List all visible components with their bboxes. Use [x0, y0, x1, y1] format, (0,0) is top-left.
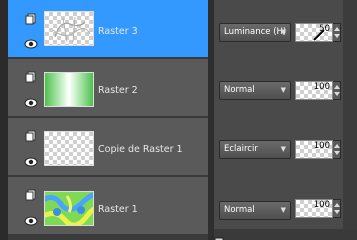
- opacity-field[interactable]: 100: [295, 140, 333, 159]
- blend-mode-dropdown[interactable]: Luminance (H) ▼: [219, 23, 291, 42]
- bottom-toolbar: [214, 229, 357, 240]
- blend-mode-value: Normal: [224, 205, 255, 215]
- chevron-down-icon: ▼: [280, 145, 286, 153]
- layer-page-icon[interactable]: [25, 130, 37, 142]
- layer-page-icon[interactable]: [214, 230, 224, 240]
- eye-icon[interactable]: [24, 98, 38, 108]
- layer-name-raster-1: Raster 1: [98, 204, 138, 215]
- eye-icon[interactable]: [24, 216, 38, 226]
- blend-mode-dropdown[interactable]: Eclaircir ▼: [219, 140, 291, 159]
- blend-mode-dropdown[interactable]: Normal ▼: [219, 201, 291, 220]
- layer-page-icon[interactable]: [25, 71, 37, 83]
- opacity-value: 100: [313, 141, 330, 151]
- opacity-spinner[interactable]: [333, 140, 341, 159]
- chevron-down-icon: ▼: [280, 86, 286, 94]
- layer-thumbnail-copie-de-raster-1: [44, 131, 94, 166]
- eye-icon[interactable]: [24, 39, 38, 49]
- opacity-field[interactable]: 50: [295, 23, 333, 42]
- layer-page-icon[interactable]: [25, 189, 37, 201]
- layer-name-copie-de-raster-1: Copie de Raster 1: [98, 144, 183, 155]
- blend-mode-value: Eclaircir: [224, 144, 258, 154]
- layer-thumbnail-raster-3: [44, 11, 94, 46]
- opacity-field[interactable]: 100: [295, 81, 333, 100]
- chevron-down-icon: ▼: [280, 206, 286, 214]
- layer-thumbnail-raster-2: [44, 72, 94, 107]
- scrollbar-track[interactable]: [343, 0, 357, 240]
- opacity-spinner[interactable]: [333, 23, 341, 42]
- layer-name-raster-2: Raster 2: [98, 85, 138, 96]
- opacity-value: 100: [313, 200, 330, 210]
- row-divider: [8, 234, 208, 236]
- chevron-down-icon: ▼: [280, 28, 286, 36]
- opacity-spinner[interactable]: [333, 81, 341, 100]
- blend-mode-value: Luminance (H): [224, 27, 287, 37]
- layer-page-icon[interactable]: [25, 13, 37, 25]
- left-edge: [0, 0, 8, 240]
- eye-icon[interactable]: [24, 157, 38, 167]
- layer-thumbnail-raster-1: [44, 191, 94, 226]
- opacity-value: 100: [313, 82, 330, 92]
- opacity-field[interactable]: 100: [295, 199, 333, 218]
- blend-mode-value: Normal: [224, 85, 255, 95]
- layer-name-raster-3: Raster 3: [98, 26, 138, 37]
- blend-mode-dropdown[interactable]: Normal ▼: [219, 81, 291, 100]
- layers-palette: Raster 3 Raster 2 Copie de Raster 1 Rast…: [0, 0, 357, 240]
- opacity-spinner[interactable]: [333, 199, 341, 218]
